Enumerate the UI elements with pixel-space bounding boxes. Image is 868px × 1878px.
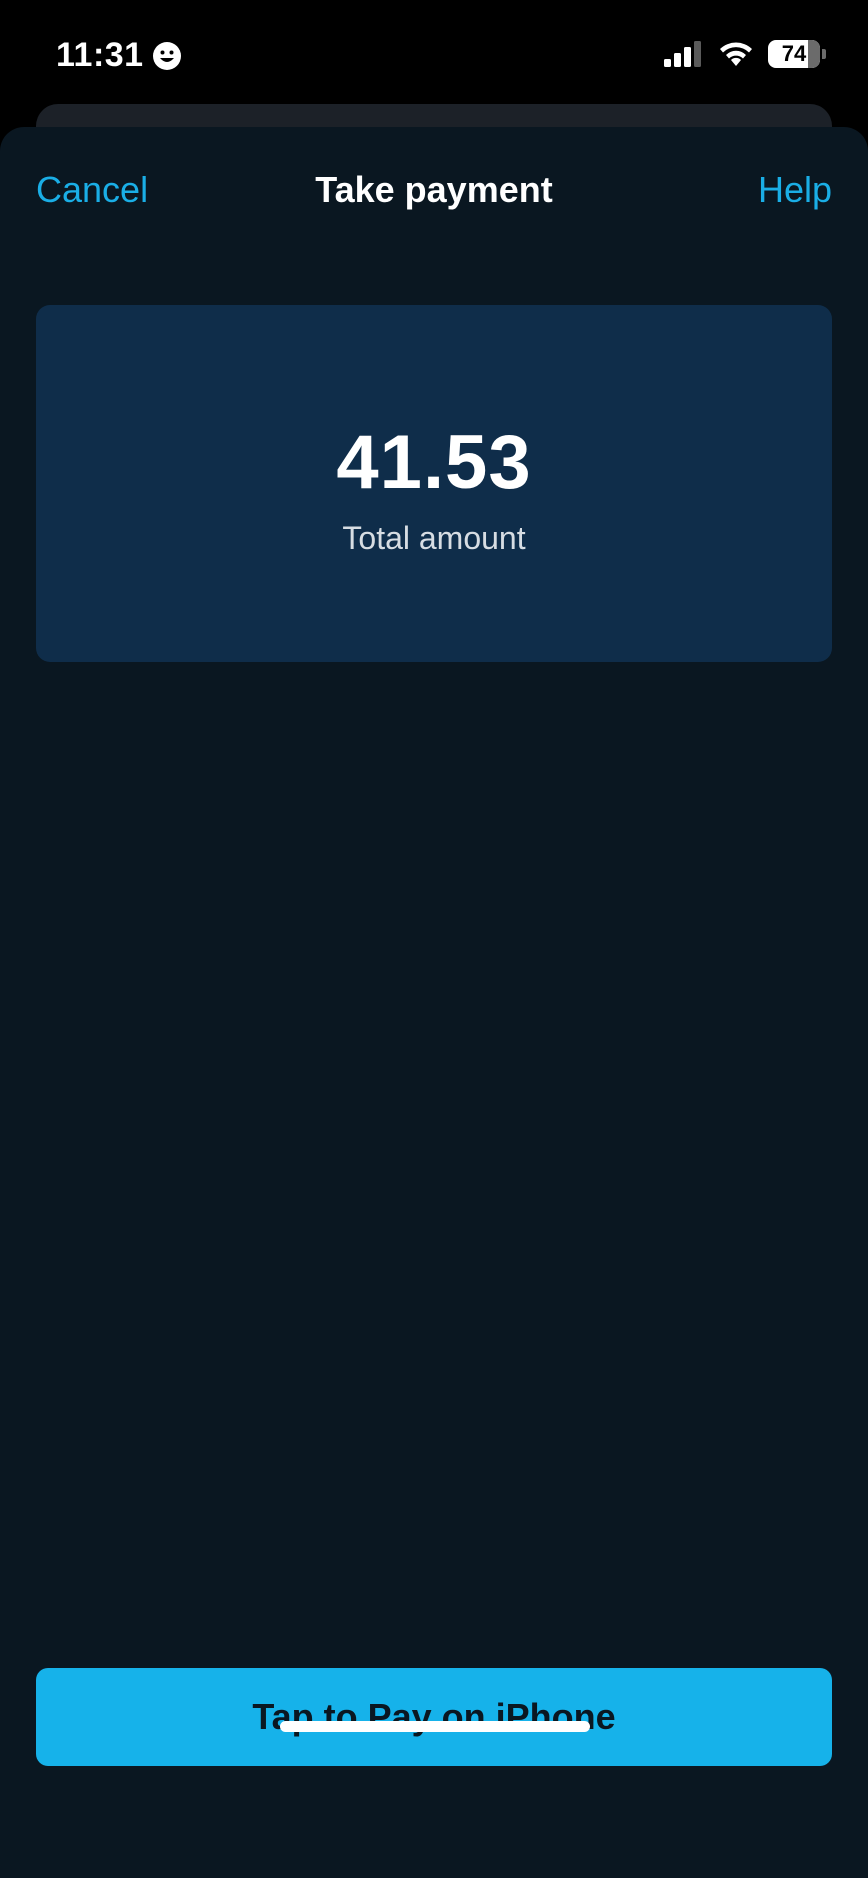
- total-amount-label: Total amount: [342, 520, 526, 556]
- payment-sheet: Cancel Take payment Help 41.53 Total amo…: [0, 127, 868, 1878]
- total-amount-value: 41.53: [336, 420, 532, 505]
- status-bar: 11:31 74: [0, 0, 868, 104]
- amount-card: 41.53 Total amount: [36, 305, 832, 662]
- status-time: 11:31: [56, 36, 144, 74]
- help-button[interactable]: Help: [758, 169, 832, 211]
- battery-level: 74: [781, 41, 807, 66]
- tap-to-pay-button[interactable]: Tap to Pay on iPhone: [36, 1668, 832, 1766]
- battery-tip: [822, 49, 826, 59]
- cellular-signal-icon: [664, 41, 701, 67]
- status-indicators: 74: [664, 40, 826, 68]
- status-time-group: 11:31: [56, 36, 182, 75]
- cancel-button[interactable]: Cancel: [36, 169, 148, 211]
- battery-icon: 74: [768, 40, 820, 68]
- wifi-icon: [720, 42, 752, 66]
- smiley-icon: [152, 41, 181, 70]
- home-indicator: [280, 1721, 590, 1732]
